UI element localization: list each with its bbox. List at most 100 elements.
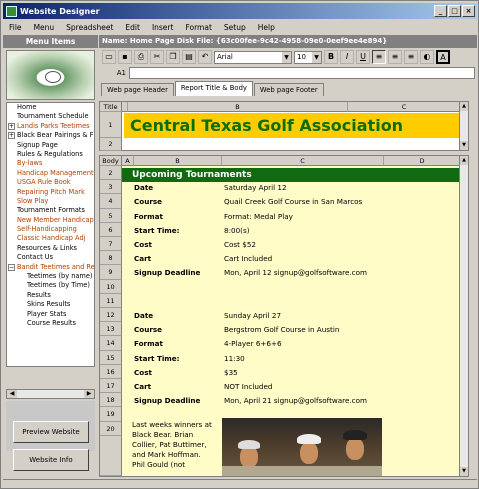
font-select[interactable]: Arial ▼ xyxy=(214,50,292,64)
field-value[interactable]: Bergstrom Golf Course in Austin xyxy=(224,325,339,334)
col-header-b[interactable]: B xyxy=(128,102,348,112)
field-label[interactable]: Format xyxy=(134,339,163,348)
body-vscrollbar[interactable]: ▲ ▼ xyxy=(459,156,468,476)
row-header[interactable]: 5 xyxy=(100,208,122,223)
font-size-select[interactable]: 10 ▼ xyxy=(294,50,322,64)
bold-button[interactable]: B xyxy=(324,50,338,64)
tab-report-title-body[interactable]: Report Title & Body xyxy=(174,81,253,96)
col-header-c[interactable]: C xyxy=(348,102,461,112)
tournaments-heading[interactable]: Upcoming Tournaments xyxy=(122,168,461,182)
field-value[interactable]: Sunday April 27 xyxy=(224,311,281,320)
menu-help[interactable]: Help xyxy=(252,23,281,32)
row-header[interactable]: 6 xyxy=(100,222,122,237)
col-header-c[interactable]: C xyxy=(222,156,384,166)
sidebar-item[interactable]: Resources & Links xyxy=(7,244,94,253)
save-icon[interactable]: ▪ xyxy=(118,50,132,64)
formula-input[interactable] xyxy=(129,67,475,79)
sidebar-item[interactable]: Repairing Pitch Mark xyxy=(7,188,94,197)
row-header[interactable]: 19 xyxy=(100,407,122,422)
field-label[interactable]: Cost xyxy=(134,240,152,249)
sidebar-hscrollbar[interactable]: ◀ ▶ xyxy=(6,389,95,399)
winners-text[interactable]: Last weeks winners at Black Bear. Brian … xyxy=(132,420,212,470)
sidebar-item[interactable]: + Landis Parks Teetimes xyxy=(7,122,94,131)
menu-file[interactable]: File xyxy=(3,23,28,32)
field-label[interactable]: Signup Deadline xyxy=(134,396,200,405)
field-value[interactable]: Saturday April 12 xyxy=(224,183,287,192)
field-value[interactable]: NOT Included xyxy=(224,382,272,391)
field-value[interactable]: Mon, April 12 signup@golfsoftware.com xyxy=(224,268,367,277)
field-value[interactable]: Cart Included xyxy=(224,254,272,263)
open-icon[interactable]: ▭ xyxy=(102,50,116,64)
sidebar-item[interactable]: Home xyxy=(7,103,94,113)
field-label[interactable]: Cart xyxy=(134,254,151,263)
underline-button[interactable]: U xyxy=(356,50,370,64)
menu-insert[interactable]: Insert xyxy=(146,23,180,32)
sidebar-item[interactable]: Player Stats xyxy=(7,310,94,319)
row-header[interactable]: 18 xyxy=(100,393,122,408)
sidebar-item[interactable]: Teetimes (by name) xyxy=(7,272,94,281)
row-header[interactable]: 4 xyxy=(100,194,122,209)
italic-button[interactable]: I xyxy=(340,50,354,64)
field-value[interactable]: 8:00(s) xyxy=(224,226,250,235)
tab-web-page-header[interactable]: Web page Header xyxy=(101,83,174,96)
field-label[interactable]: Cost xyxy=(134,368,152,377)
field-label[interactable]: Signup Deadline xyxy=(134,268,200,277)
row-header[interactable]: 2 xyxy=(100,138,122,151)
row-header[interactable]: 14 xyxy=(100,336,122,351)
sidebar-item[interactable]: New Member Handicap xyxy=(7,216,94,225)
row-header[interactable]: 11 xyxy=(100,293,122,308)
undo-icon[interactable]: ↶ xyxy=(198,50,212,64)
menu-setup[interactable]: Setup xyxy=(218,23,252,32)
sidebar-item[interactable]: Rules & Regulations xyxy=(7,150,94,159)
row-header[interactable]: 10 xyxy=(100,279,122,294)
field-label[interactable]: Cart xyxy=(134,382,151,391)
winners-photo[interactable] xyxy=(222,418,382,476)
row-header[interactable]: 2 xyxy=(100,166,122,181)
sidebar-item[interactable]: Signup Page xyxy=(7,141,94,150)
row-header[interactable]: 13 xyxy=(100,322,122,337)
field-label[interactable]: Start Time: xyxy=(134,226,180,235)
sidebar-item[interactable]: Contact Us xyxy=(7,253,94,262)
align-right-icon[interactable]: ≡ xyxy=(404,50,418,64)
field-value[interactable]: 4-Player 6+6+6 xyxy=(224,339,282,348)
menu-spreadsheet[interactable]: Spreadsheet xyxy=(60,23,119,32)
field-label[interactable]: Date xyxy=(134,183,153,192)
field-value[interactable]: 11:30 xyxy=(224,354,245,363)
field-label[interactable]: Course xyxy=(134,325,162,334)
field-value[interactable]: $35 xyxy=(224,368,238,377)
menu-format[interactable]: Format xyxy=(179,23,217,32)
sidebar-item[interactable]: Course Results xyxy=(7,319,94,328)
field-label[interactable]: Start Time: xyxy=(134,354,180,363)
field-label[interactable]: Course xyxy=(134,197,162,206)
col-header-b[interactable]: B xyxy=(134,156,222,166)
site-title[interactable]: Central Texas Golf Association xyxy=(124,113,461,138)
menu-menu[interactable]: Menu xyxy=(28,23,61,32)
scroll-up-icon[interactable]: ▲ xyxy=(460,156,468,165)
sidebar-item[interactable]: Results xyxy=(7,291,94,300)
align-left-icon[interactable]: ≡ xyxy=(372,50,386,64)
scroll-up-icon[interactable]: ▲ xyxy=(460,102,468,111)
sidebar-item[interactable]: By-laws xyxy=(7,159,94,168)
expand-icon[interactable]: + xyxy=(8,132,15,140)
scroll-down-icon[interactable]: ▼ xyxy=(460,467,468,476)
align-center-icon[interactable]: ≡ xyxy=(388,50,402,64)
row-header[interactable]: 9 xyxy=(100,265,122,280)
sidebar-item[interactable]: + Black Bear Pairings & F xyxy=(7,131,94,140)
col-header-a[interactable]: A xyxy=(122,156,134,166)
menu-edit[interactable]: Edit xyxy=(119,23,146,32)
row-header[interactable]: 15 xyxy=(100,350,122,365)
sidebar-item[interactable]: Skins Results xyxy=(7,300,94,309)
field-value[interactable]: Quail Creek Golf Course in San Marcos xyxy=(224,197,362,206)
field-value[interactable]: Cost $52 xyxy=(224,240,256,249)
scroll-down-icon[interactable]: ▼ xyxy=(460,141,468,150)
row-header[interactable]: 3 xyxy=(100,180,122,195)
row-header[interactable]: 20 xyxy=(100,421,122,436)
preview-website-button[interactable]: Preview Website xyxy=(13,421,89,443)
close-button[interactable]: × xyxy=(462,5,475,17)
print-icon[interactable]: ⎙ xyxy=(134,50,148,64)
sidebar-item[interactable]: Self-Handicapping xyxy=(7,225,94,234)
collapse-icon[interactable]: − xyxy=(8,263,15,271)
sidebar-item[interactable]: Tournament Schedule xyxy=(7,112,94,121)
sidebar-item[interactable]: Slow Play xyxy=(7,197,94,206)
font-color-icon[interactable]: A xyxy=(436,50,450,64)
